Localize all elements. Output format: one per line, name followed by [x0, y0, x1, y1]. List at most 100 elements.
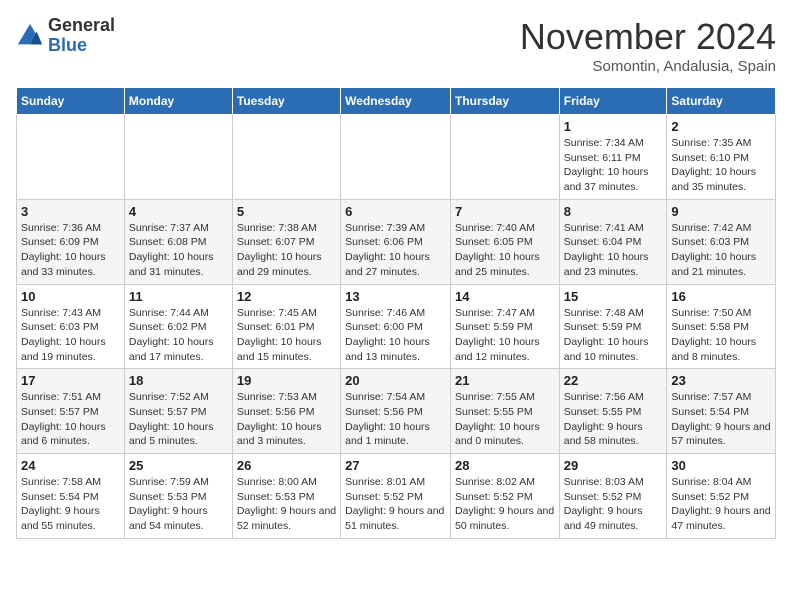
day-number: 19	[237, 373, 336, 388]
day-number: 1	[564, 119, 663, 134]
week-row-4: 17 Sunrise: 7:51 AM Sunset: 5:57 PM Dayli…	[17, 369, 776, 454]
day-info: Sunrise: 8:00 AM Sunset: 5:53 PM Dayligh…	[237, 475, 336, 534]
day-info: Sunrise: 7:55 AM Sunset: 5:55 PM Dayligh…	[455, 390, 555, 449]
day-number: 16	[671, 289, 771, 304]
calendar-cell: 30 Sunrise: 8:04 AM Sunset: 5:52 PM Dayli…	[667, 454, 776, 539]
day-info: Sunrise: 8:01 AM Sunset: 5:52 PM Dayligh…	[345, 475, 446, 534]
header-saturday: Saturday	[667, 88, 776, 115]
day-number: 4	[129, 204, 228, 219]
day-info: Sunrise: 7:46 AM Sunset: 6:00 PM Dayligh…	[345, 306, 446, 365]
day-number: 14	[455, 289, 555, 304]
day-number: 30	[671, 458, 771, 473]
calendar-cell: 4 Sunrise: 7:37 AM Sunset: 6:08 PM Daylig…	[124, 199, 232, 284]
calendar-table: SundayMondayTuesdayWednesdayThursdayFrid…	[16, 87, 776, 539]
calendar-cell: 10 Sunrise: 7:43 AM Sunset: 6:03 PM Dayli…	[17, 284, 125, 369]
header-monday: Monday	[124, 88, 232, 115]
calendar-cell	[232, 115, 340, 200]
calendar-cell: 26Sunrise: 8:00 AM Sunset: 5:53 PM Dayli…	[232, 454, 340, 539]
calendar-cell: 8 Sunrise: 7:41 AM Sunset: 6:04 PM Daylig…	[559, 199, 667, 284]
calendar-cell: 17 Sunrise: 7:51 AM Sunset: 5:57 PM Dayli…	[17, 369, 125, 454]
day-info: Sunrise: 7:42 AM Sunset: 6:03 PM Dayligh…	[671, 221, 771, 280]
day-number: 2	[671, 119, 771, 134]
day-info: Sunrise: 7:59 AM Sunset: 5:53 PM Dayligh…	[129, 475, 228, 534]
day-number: 24	[21, 458, 120, 473]
day-number: 5	[237, 204, 336, 219]
calendar-cell: 20 Sunrise: 7:54 AM Sunset: 5:56 PM Dayli…	[341, 369, 451, 454]
calendar-cell: 15 Sunrise: 7:48 AM Sunset: 5:59 PM Dayli…	[559, 284, 667, 369]
calendar-cell: 1 Sunrise: 7:34 AM Sunset: 6:11 PM Daylig…	[559, 115, 667, 200]
day-info: Sunrise: 7:45 AM Sunset: 6:01 PM Dayligh…	[237, 306, 336, 365]
calendar-cell: 18Sunrise: 7:52 AM Sunset: 5:57 PM Dayli…	[124, 369, 232, 454]
header-thursday: Thursday	[450, 88, 559, 115]
day-number: 27	[345, 458, 446, 473]
calendar-cell: 11 Sunrise: 7:44 AM Sunset: 6:02 PM Dayli…	[124, 284, 232, 369]
day-number: 10	[21, 289, 120, 304]
day-info: Sunrise: 7:36 AM Sunset: 6:09 PM Dayligh…	[21, 221, 120, 280]
calendar-cell: 25 Sunrise: 7:59 AM Sunset: 5:53 PM Dayli…	[124, 454, 232, 539]
day-info: Sunrise: 8:04 AM Sunset: 5:52 PM Dayligh…	[671, 475, 771, 534]
location-subtitle: Somontin, Andalusia, Spain	[520, 58, 776, 75]
day-number: 3	[21, 204, 120, 219]
calendar-cell: 21Sunrise: 7:55 AM Sunset: 5:55 PM Dayli…	[450, 369, 559, 454]
day-info: Sunrise: 7:40 AM Sunset: 6:05 PM Dayligh…	[455, 221, 555, 280]
logo-blue: Blue	[48, 35, 87, 55]
header-tuesday: Tuesday	[232, 88, 340, 115]
day-number: 9	[671, 204, 771, 219]
day-info: Sunrise: 7:53 AM Sunset: 5:56 PM Dayligh…	[237, 390, 336, 449]
header-wednesday: Wednesday	[341, 88, 451, 115]
day-info: Sunrise: 7:58 AM Sunset: 5:54 PM Dayligh…	[21, 475, 120, 534]
day-number: 8	[564, 204, 663, 219]
calendar-cell: 12 Sunrise: 7:45 AM Sunset: 6:01 PM Dayli…	[232, 284, 340, 369]
day-info: Sunrise: 7:52 AM Sunset: 5:57 PM Dayligh…	[129, 390, 228, 449]
day-number: 12	[237, 289, 336, 304]
week-row-3: 10 Sunrise: 7:43 AM Sunset: 6:03 PM Dayli…	[17, 284, 776, 369]
calendar-cell: 3 Sunrise: 7:36 AM Sunset: 6:09 PM Daylig…	[17, 199, 125, 284]
day-info: Sunrise: 7:37 AM Sunset: 6:08 PM Dayligh…	[129, 221, 228, 280]
day-number: 15	[564, 289, 663, 304]
header-sunday: Sunday	[17, 88, 125, 115]
day-info: Sunrise: 7:34 AM Sunset: 6:11 PM Dayligh…	[564, 136, 663, 195]
logo-general: General	[48, 15, 115, 35]
day-number: 28	[455, 458, 555, 473]
calendar-cell	[124, 115, 232, 200]
day-info: Sunrise: 7:47 AM Sunset: 5:59 PM Dayligh…	[455, 306, 555, 365]
page-header: General Blue November 2024 Somontin, And…	[16, 16, 776, 75]
day-number: 13	[345, 289, 446, 304]
day-info: Sunrise: 7:50 AM Sunset: 5:58 PM Dayligh…	[671, 306, 771, 365]
day-info: Sunrise: 7:44 AM Sunset: 6:02 PM Dayligh…	[129, 306, 228, 365]
day-number: 11	[129, 289, 228, 304]
week-row-1: 1 Sunrise: 7:34 AM Sunset: 6:11 PM Daylig…	[17, 115, 776, 200]
calendar-cell: 16 Sunrise: 7:50 AM Sunset: 5:58 PM Dayli…	[667, 284, 776, 369]
day-number: 23	[671, 373, 771, 388]
calendar-cell: 29Sunrise: 8:03 AM Sunset: 5:52 PM Dayli…	[559, 454, 667, 539]
calendar-cell	[17, 115, 125, 200]
week-row-5: 24 Sunrise: 7:58 AM Sunset: 5:54 PM Dayli…	[17, 454, 776, 539]
day-info: Sunrise: 7:54 AM Sunset: 5:56 PM Dayligh…	[345, 390, 446, 449]
day-info: Sunrise: 7:39 AM Sunset: 6:06 PM Dayligh…	[345, 221, 446, 280]
day-number: 7	[455, 204, 555, 219]
day-info: Sunrise: 7:41 AM Sunset: 6:04 PM Dayligh…	[564, 221, 663, 280]
day-number: 25	[129, 458, 228, 473]
calendar-body: 1 Sunrise: 7:34 AM Sunset: 6:11 PM Daylig…	[17, 115, 776, 539]
calendar-cell: 23 Sunrise: 7:57 AM Sunset: 5:54 PM Dayli…	[667, 369, 776, 454]
day-number: 20	[345, 373, 446, 388]
day-info: Sunrise: 7:51 AM Sunset: 5:57 PM Dayligh…	[21, 390, 120, 449]
title-area: November 2024 Somontin, Andalusia, Spain	[520, 16, 776, 75]
day-number: 17	[21, 373, 120, 388]
day-info: Sunrise: 8:03 AM Sunset: 5:52 PM Dayligh…	[564, 475, 663, 534]
week-row-2: 3 Sunrise: 7:36 AM Sunset: 6:09 PM Daylig…	[17, 199, 776, 284]
day-info: Sunrise: 7:48 AM Sunset: 5:59 PM Dayligh…	[564, 306, 663, 365]
day-number: 22	[564, 373, 663, 388]
day-info: Sunrise: 7:57 AM Sunset: 5:54 PM Dayligh…	[671, 390, 771, 449]
calendar-header-row: SundayMondayTuesdayWednesdayThursdayFrid…	[17, 88, 776, 115]
calendar-cell: 2 Sunrise: 7:35 AM Sunset: 6:10 PM Daylig…	[667, 115, 776, 200]
calendar-cell	[341, 115, 451, 200]
header-friday: Friday	[559, 88, 667, 115]
day-number: 6	[345, 204, 446, 219]
calendar-cell: 6 Sunrise: 7:39 AM Sunset: 6:06 PM Daylig…	[341, 199, 451, 284]
day-info: Sunrise: 7:38 AM Sunset: 6:07 PM Dayligh…	[237, 221, 336, 280]
day-info: Sunrise: 8:02 AM Sunset: 5:52 PM Dayligh…	[455, 475, 555, 534]
day-info: Sunrise: 7:35 AM Sunset: 6:10 PM Dayligh…	[671, 136, 771, 195]
calendar-cell: 14 Sunrise: 7:47 AM Sunset: 5:59 PM Dayli…	[450, 284, 559, 369]
day-info: Sunrise: 7:43 AM Sunset: 6:03 PM Dayligh…	[21, 306, 120, 365]
